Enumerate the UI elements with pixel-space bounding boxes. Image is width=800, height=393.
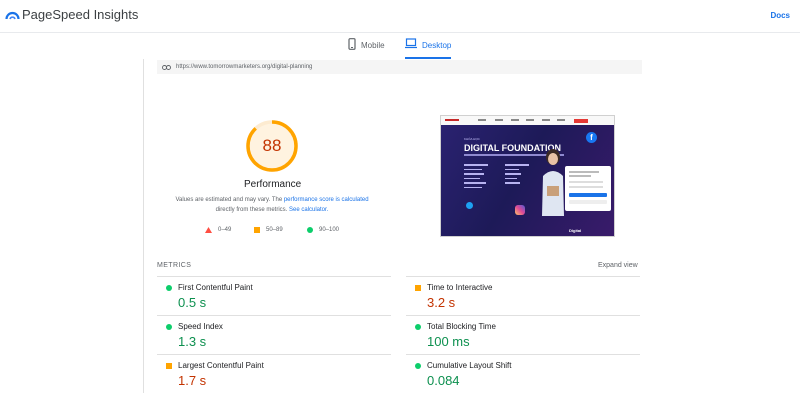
top-bar: PageSpeed Insights Docs [0, 0, 800, 33]
screenshot-cta [574, 119, 588, 123]
metric-lcp: Largest Contentful Paint 1.7 s [157, 354, 391, 393]
legend-fail: 0–49 [205, 227, 231, 233]
device-tabs: Mobile Desktop [0, 33, 800, 59]
desktop-laptop-icon [405, 38, 417, 49]
metric-name: Total Blocking Time [427, 322, 496, 331]
pass-circle-icon [415, 324, 421, 330]
url-bar: https://www.tomorrowmarketers.org/digita… [157, 60, 642, 74]
twitter-icon [466, 202, 473, 209]
average-square-icon [415, 285, 421, 291]
link-icon [162, 64, 171, 70]
metric-value: 0.084 [427, 373, 460, 388]
report-panel: https://www.tomorrowmarketers.org/digita… [143, 59, 657, 393]
tab-mobile[interactable]: Mobile [348, 38, 385, 59]
metric-name: First Contentful Paint [178, 283, 253, 292]
tab-mobile-label: Mobile [361, 41, 385, 50]
screenshot-person [542, 149, 564, 216]
circle-pass-icon [307, 227, 313, 233]
facebook-icon: f [586, 132, 597, 143]
pass-circle-icon [166, 324, 172, 330]
square-average-icon [254, 227, 260, 233]
metrics-header: METRICS [157, 262, 192, 269]
legend-average-range: 50–89 [266, 227, 283, 233]
screenshot-list-left [464, 164, 494, 191]
metric-name: Speed Index [178, 322, 223, 331]
metric-speed-index: Speed Index 1.3 s [157, 315, 391, 354]
screenshot-footer-text: Digital [569, 228, 582, 233]
screenshot-kicker: KHÓA HỌC [464, 137, 480, 141]
see-calculator-link[interactable]: See calculator. [289, 207, 328, 213]
performance-score: 88 [262, 136, 282, 155]
metric-name: Largest Contentful Paint [178, 361, 264, 370]
tab-desktop-label: Desktop [422, 41, 452, 50]
performance-label: Performance [244, 179, 302, 190]
screenshot-nav [441, 116, 614, 125]
legend-average: 50–89 [254, 227, 283, 233]
final-screenshot: KHÓA HỌC DIGITAL FOUNDATION f Digital [440, 115, 615, 237]
desc-prefix: Values are estimated and may vary. The [175, 197, 283, 203]
performance-description: Values are estimated and may vary. The p… [162, 195, 382, 215]
screenshot-list-right [505, 164, 535, 187]
docs-link[interactable]: Docs [770, 11, 790, 20]
performance-score-link[interactable]: performance score is calculated [284, 197, 369, 203]
instagram-icon [515, 205, 525, 215]
tab-desktop[interactable]: Desktop [405, 38, 452, 59]
metric-tbt: Total Blocking Time 100 ms [406, 315, 640, 354]
metric-name: Time to Interactive [427, 283, 493, 292]
pass-circle-icon [166, 285, 172, 291]
metric-name: Cumulative Layout Shift [427, 361, 512, 370]
metric-value: 1.3 s [178, 334, 207, 349]
metric-tti: Time to Interactive 3.2 s [406, 276, 640, 315]
analyzed-url[interactable]: https://www.tomorrowmarketers.org/digita… [176, 64, 312, 70]
legend-pass-range: 90–100 [319, 227, 340, 233]
metric-value: 100 ms [427, 334, 470, 349]
metric-cls: Cumulative Layout Shift 0.084 [406, 354, 640, 393]
metric-value: 3.2 s [427, 295, 456, 310]
app-title[interactable]: PageSpeed Insights [22, 7, 138, 22]
expand-view-toggle[interactable]: Expand view [598, 262, 638, 269]
screenshot-form-card [565, 166, 611, 211]
pagespeed-logo-icon[interactable] [5, 8, 20, 20]
legend-pass: 90–100 [307, 227, 339, 233]
legend-fail-range: 0–49 [218, 227, 232, 233]
pass-circle-icon [415, 363, 421, 369]
metric-fcp: First Contentful Paint 0.5 s [157, 276, 391, 315]
triangle-fail-icon [205, 227, 212, 233]
desc-middle: directly from these metrics. [215, 207, 288, 213]
metric-value: 0.5 s [178, 295, 207, 310]
average-square-icon [166, 363, 172, 369]
metric-value: 1.7 s [178, 373, 207, 388]
mobile-phone-icon [348, 38, 356, 50]
